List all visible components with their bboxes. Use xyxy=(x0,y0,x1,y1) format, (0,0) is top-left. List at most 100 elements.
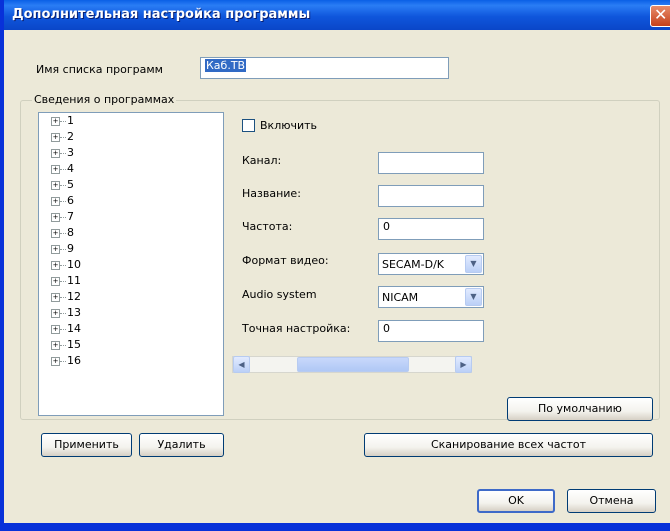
tree-connector xyxy=(60,249,66,250)
tree-item-label: 13 xyxy=(67,306,81,319)
tree-item-label: 2 xyxy=(67,130,74,143)
tree-item[interactable]: +2 xyxy=(39,129,223,145)
tree-item-label: 15 xyxy=(67,338,81,351)
expand-icon[interactable]: + xyxy=(51,245,60,254)
close-button[interactable]: ✕ xyxy=(650,5,670,27)
expand-icon[interactable]: + xyxy=(51,293,60,302)
tree-item[interactable]: +10 xyxy=(39,257,223,273)
list-name-value: Каб.ТВ xyxy=(205,59,247,72)
program-tree-items: +1 +2 +3 +4 +5 +6 +7 +8 +9 +10 +11 +12 +13 +14 +15 +16 xyxy=(39,113,223,369)
fine-tune-label: Точная настройка: xyxy=(242,322,351,335)
tree-item[interactable]: +15 xyxy=(39,337,223,353)
channel-label: Канал: xyxy=(242,154,282,167)
expand-icon[interactable]: + xyxy=(51,165,60,174)
channel-input[interactable] xyxy=(378,152,484,174)
tree-connector xyxy=(60,329,66,330)
expand-icon[interactable]: + xyxy=(51,197,60,206)
window-frame-left xyxy=(0,0,4,531)
video-format-value: SECAM-D/K xyxy=(382,258,444,271)
tree-item[interactable]: +14 xyxy=(39,321,223,337)
expand-icon[interactable]: + xyxy=(51,325,60,334)
cancel-button[interactable]: Отмена xyxy=(567,489,656,513)
tree-item[interactable]: +6 xyxy=(39,193,223,209)
audio-system-label: Audio system xyxy=(242,288,317,301)
frequency-input[interactable]: 0 xyxy=(378,218,484,240)
tree-connector xyxy=(60,313,66,314)
tree-connector xyxy=(60,281,66,282)
expand-icon[interactable]: + xyxy=(51,341,60,350)
slider-left-button[interactable]: ◀ xyxy=(233,356,250,373)
expand-icon[interactable]: + xyxy=(51,277,60,286)
tree-connector xyxy=(60,121,66,122)
window-frame-bottom xyxy=(0,523,670,531)
defaults-button[interactable]: По умолчанию xyxy=(507,397,653,421)
tree-connector xyxy=(60,233,66,234)
enable-label[interactable]: Включить xyxy=(260,119,317,132)
settings-dialog: Дополнительная настройка программы ✕ Имя… xyxy=(0,0,670,531)
frequency-label: Частота: xyxy=(242,220,293,233)
tree-item-label: 5 xyxy=(67,178,74,191)
tree-connector xyxy=(60,201,66,202)
tree-item[interactable]: +7 xyxy=(39,209,223,225)
expand-icon[interactable]: + xyxy=(51,133,60,142)
chevron-right-icon: ▶ xyxy=(460,360,467,369)
tree-item-label: 14 xyxy=(67,322,81,335)
expand-icon[interactable]: + xyxy=(51,181,60,190)
name-label: Название: xyxy=(242,187,301,200)
close-icon: ✕ xyxy=(654,5,668,24)
tree-item-label: 16 xyxy=(67,354,81,367)
frequency-value: 0 xyxy=(383,220,390,233)
tree-connector xyxy=(60,153,66,154)
program-tree[interactable]: +1 +2 +3 +4 +5 +6 +7 +8 +9 +10 +11 +12 +13 +14 +15 +16 … xyxy=(38,112,224,416)
chevron-down-icon: ▼ xyxy=(470,259,477,268)
tree-item-label: 9 xyxy=(67,242,74,255)
name-input[interactable] xyxy=(378,185,484,207)
window-title: Дополнительная настройка программы xyxy=(12,7,311,22)
slider-right-button[interactable]: ▶ xyxy=(455,356,472,373)
tree-item[interactable]: +11 xyxy=(39,273,223,289)
expand-icon[interactable]: + xyxy=(51,229,60,238)
tree-item-label: 10 xyxy=(67,258,81,271)
tree-connector xyxy=(60,169,66,170)
tree-item[interactable]: +12 xyxy=(39,289,223,305)
tree-item[interactable]: +9 xyxy=(39,241,223,257)
video-format-select[interactable]: SECAM-D/K ▼ xyxy=(378,253,484,275)
delete-button[interactable]: Удалить xyxy=(139,433,224,457)
list-name-input[interactable]: Каб.ТВ xyxy=(200,57,449,79)
expand-icon[interactable]: + xyxy=(51,149,60,158)
expand-icon[interactable]: + xyxy=(51,117,60,126)
list-name-label: Имя списка программ xyxy=(36,63,163,76)
tree-item-label: 11 xyxy=(67,274,81,287)
tree-item[interactable]: +3 xyxy=(39,145,223,161)
expand-icon[interactable]: + xyxy=(51,213,60,222)
expand-icon[interactable]: + xyxy=(51,357,60,366)
video-format-dropdown-button[interactable]: ▼ xyxy=(465,255,482,273)
tree-item[interactable]: +1 xyxy=(39,113,223,129)
ok-button[interactable]: OK xyxy=(477,489,555,513)
tree-item-label: 6 xyxy=(67,194,74,207)
expand-icon[interactable]: + xyxy=(51,309,60,318)
title-bar[interactable]: Дополнительная настройка программы ✕ xyxy=(0,0,670,30)
tree-connector xyxy=(60,297,66,298)
tree-item[interactable]: +16 xyxy=(39,353,223,369)
scan-all-button[interactable]: Сканирование всех частот xyxy=(364,433,653,457)
slider-thumb[interactable] xyxy=(297,357,409,372)
tree-connector xyxy=(60,345,66,346)
tree-connector xyxy=(60,217,66,218)
expand-icon[interactable]: + xyxy=(51,261,60,270)
tree-item[interactable]: +8 xyxy=(39,225,223,241)
tree-item[interactable]: +13 xyxy=(39,305,223,321)
chevron-left-icon: ◀ xyxy=(238,360,245,369)
audio-system-dropdown-button[interactable]: ▼ xyxy=(465,288,482,306)
video-format-label: Формат видео: xyxy=(242,254,329,267)
tree-item[interactable]: +5 xyxy=(39,177,223,193)
fine-tune-input[interactable]: 0 xyxy=(378,320,484,342)
tree-item-label: 1 xyxy=(67,114,74,127)
apply-button[interactable]: Применить xyxy=(41,433,132,457)
tree-connector xyxy=(60,137,66,138)
enable-checkbox[interactable] xyxy=(242,119,255,132)
fine-tune-slider[interactable]: ◀ ▶ xyxy=(232,356,472,373)
audio-system-value: NICAM xyxy=(382,291,419,304)
tree-item[interactable]: +4 xyxy=(39,161,223,177)
audio-system-select[interactable]: NICAM ▼ xyxy=(378,286,484,308)
